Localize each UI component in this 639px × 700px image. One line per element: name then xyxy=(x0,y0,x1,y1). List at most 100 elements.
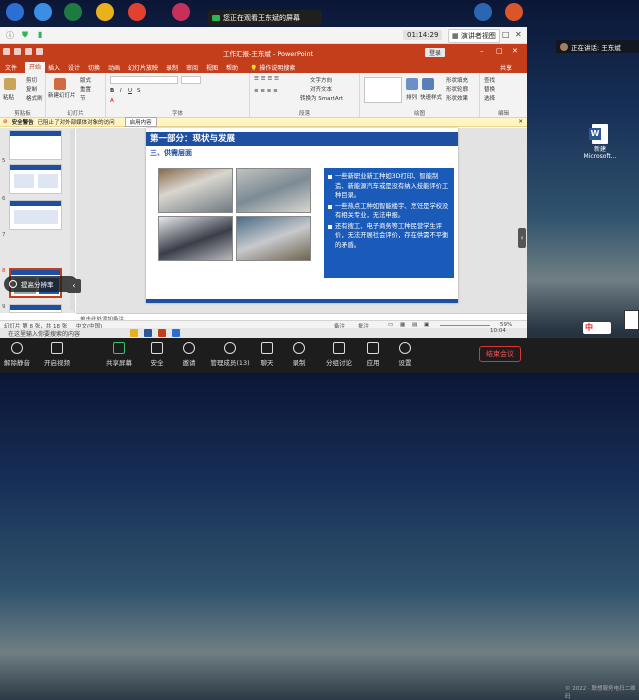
tab-record[interactable]: 录制 xyxy=(166,63,178,72)
italic-button[interactable]: I xyxy=(120,88,122,94)
font-name-box[interactable] xyxy=(110,76,178,84)
unmute-button[interactable]: 解除静音 xyxy=(0,342,34,367)
close-icon[interactable]: ✕ xyxy=(512,47,518,55)
chat-button[interactable]: 聊天 xyxy=(250,342,284,367)
tab-review[interactable]: 审阅 xyxy=(186,63,198,72)
info-icon[interactable]: ⓘ xyxy=(6,30,14,41)
shape-outline-button[interactable]: 形状轮廓 xyxy=(446,85,468,93)
breakout-rooms-button[interactable]: 分组讨论 xyxy=(322,342,356,367)
end-meeting-button[interactable]: 结束会议 xyxy=(479,346,521,362)
taskbar-app-icon[interactable] xyxy=(144,329,152,337)
taskbar-app-icon[interactable] xyxy=(158,329,166,337)
share-screen-button[interactable]: 共享屏幕 xyxy=(102,342,136,367)
record-button[interactable]: 录制 xyxy=(282,342,316,367)
shield-icon[interactable]: ⛊ xyxy=(22,30,28,40)
font-size-box[interactable] xyxy=(181,76,201,84)
tab-help[interactable]: 帮助 xyxy=(226,63,238,72)
shape-effect-button[interactable]: 形状效果 xyxy=(446,94,468,102)
app-icon[interactable] xyxy=(96,3,114,21)
tab-home[interactable]: 开始 xyxy=(25,62,46,73)
ime-tray-widget[interactable]: 中 xyxy=(583,322,611,334)
share-button[interactable]: 共享 xyxy=(500,63,512,72)
tab-view[interactable]: 视图 xyxy=(206,63,218,72)
align-text-button[interactable]: 对齐文本 xyxy=(310,85,332,93)
invite-button[interactable]: 邀请 xyxy=(172,342,206,367)
tab-slideshow[interactable]: 幻灯片放映 xyxy=(128,63,158,72)
security-button[interactable]: 安全 xyxy=(140,342,174,367)
strikethrough-button[interactable]: S xyxy=(137,88,141,94)
section-button[interactable]: 节 xyxy=(80,94,86,102)
app-icon[interactable] xyxy=(128,3,146,21)
align-buttons[interactable]: ≡ ≡ ≡ ≡ xyxy=(254,88,278,94)
paste-button[interactable]: 粘贴 xyxy=(3,93,14,101)
quick-styles-icon[interactable] xyxy=(422,78,434,90)
find-button[interactable]: 查找 xyxy=(484,76,495,84)
arrange-button[interactable]: 排列 xyxy=(406,93,417,101)
slide-thumbnail[interactable] xyxy=(9,304,62,313)
font-group: B I U S A 字体 xyxy=(106,73,250,118)
layout-button[interactable]: 版式 xyxy=(80,76,91,84)
select-button[interactable]: 选择 xyxy=(484,94,495,102)
app-icon[interactable] xyxy=(64,3,82,21)
tab-file[interactable]: 文件 xyxy=(5,63,17,72)
slide-textbox[interactable]: 一些新职业新工种如3D打印、智能制造、新能源汽车或是没有纳入技能评价工种目录。 … xyxy=(324,168,454,278)
slideshow-icon[interactable] xyxy=(36,48,43,55)
enable-content-button[interactable]: 启用内容 xyxy=(124,117,157,127)
app-icon[interactable] xyxy=(474,3,492,21)
copy-button[interactable]: 复制 xyxy=(26,85,37,93)
current-slide[interactable]: 第一部分：现状与发展 三、供需层面 一些新职业新工种如3D打印、智能制造、新能源… xyxy=(146,128,458,303)
arrange-icon[interactable] xyxy=(406,78,418,90)
slide-thumbnail[interactable] xyxy=(9,164,62,194)
app-icon[interactable] xyxy=(6,3,24,21)
settings-button[interactable]: 设置 xyxy=(388,342,422,367)
bullets-button[interactable]: ☰ ☰ ☰ ☰ xyxy=(254,76,279,82)
redo-icon[interactable] xyxy=(25,48,32,55)
paste-icon[interactable] xyxy=(4,78,16,90)
chevron-left-icon[interactable]: ‹ xyxy=(518,228,526,248)
chevron-left-icon[interactable]: ‹ xyxy=(67,279,81,293)
login-button[interactable]: 登录 xyxy=(425,48,446,57)
bold-button[interactable]: B xyxy=(110,88,114,94)
undo-icon[interactable] xyxy=(14,48,21,55)
minimize-icon[interactable]: – xyxy=(490,30,494,39)
font-color-button[interactable]: A xyxy=(110,98,114,104)
format-painter-button[interactable]: 格式刷 xyxy=(26,94,43,102)
shapes-gallery[interactable] xyxy=(364,77,402,103)
taskbar-app-icon[interactable] xyxy=(172,329,180,337)
maximize-icon[interactable]: □ xyxy=(502,30,510,39)
reset-button[interactable]: 重置 xyxy=(80,85,91,93)
app-icon[interactable] xyxy=(505,3,523,21)
speaker-label: 正在讲话: 王东斌 xyxy=(571,43,621,52)
zoom-slider[interactable] xyxy=(440,325,490,326)
minimize-icon[interactable]: – xyxy=(480,47,484,55)
close-icon[interactable]: ✕ xyxy=(518,119,523,125)
save-icon[interactable] xyxy=(3,48,10,55)
taskbar-search-input[interactable]: 在这里输入你要搜索的内容 xyxy=(8,329,80,338)
cut-button[interactable]: 剪切 xyxy=(26,76,37,84)
quick-styles-button[interactable]: 快速样式 xyxy=(420,93,442,101)
desktop-word-file[interactable]: 新建 Microsoft... xyxy=(583,124,617,160)
app-icon[interactable] xyxy=(34,3,52,21)
slide-thumbnail[interactable] xyxy=(9,200,62,230)
tab-insert[interactable]: 插入 xyxy=(48,63,60,72)
shape-fill-button[interactable]: 形状填充 xyxy=(446,76,468,84)
app-icon[interactable] xyxy=(172,3,190,21)
quick-access-toolbar xyxy=(3,48,43,55)
taskbar-app-icon[interactable] xyxy=(130,329,138,337)
apps-button[interactable]: 应用 xyxy=(356,342,390,367)
tab-animations[interactable]: 动画 xyxy=(108,63,120,72)
tab-transitions[interactable]: 切换 xyxy=(88,63,100,72)
start-video-button[interactable]: 开启视频 xyxy=(40,342,74,367)
manage-participants-button[interactable]: 管理成员(13) xyxy=(208,342,252,367)
tell-me-search[interactable]: 💡 操作说明搜索 xyxy=(250,63,295,72)
smartart-button[interactable]: 转换为 SmartArt xyxy=(300,94,343,102)
tab-design[interactable]: 设计 xyxy=(68,63,80,72)
text-direction-button[interactable]: 文字方向 xyxy=(310,76,332,84)
underline-button[interactable]: U xyxy=(128,88,132,94)
slide-thumbnail[interactable] xyxy=(9,130,62,160)
replace-button[interactable]: 替换 xyxy=(484,85,495,93)
new-slide-button[interactable]: 新建幻灯片 xyxy=(48,93,76,99)
maximize-icon[interactable]: □ xyxy=(496,47,503,55)
close-icon[interactable]: ✕ xyxy=(515,30,522,39)
new-slide-icon[interactable] xyxy=(54,78,66,90)
